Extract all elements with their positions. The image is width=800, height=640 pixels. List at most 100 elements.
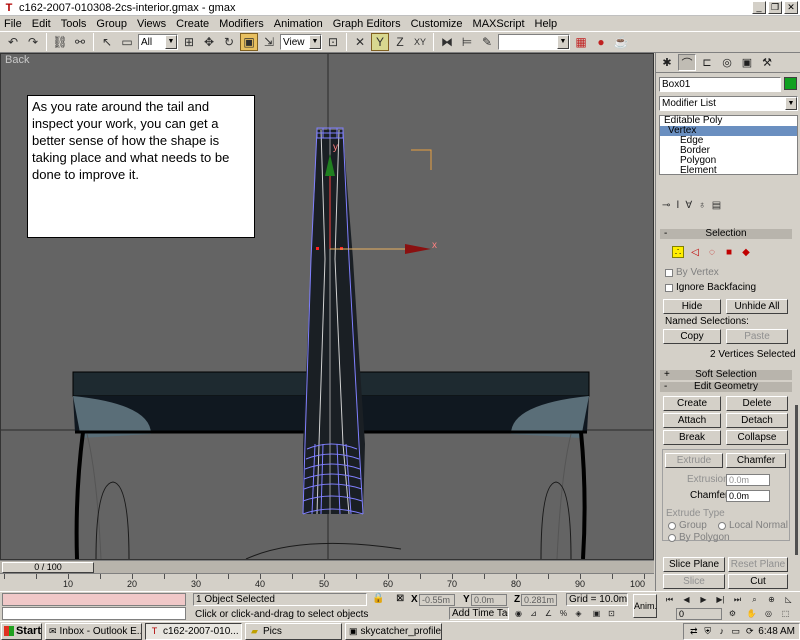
time-slider-thumb[interactable]: 0 / 100 — [2, 562, 94, 573]
soft-selection-rollout-header[interactable]: + Soft Selection — [660, 370, 792, 380]
go-to-end-icon[interactable]: ⏭ — [731, 594, 744, 606]
object-color-swatch[interactable] — [784, 77, 797, 90]
extrusion-spinner[interactable]: 0.0m — [726, 474, 770, 486]
command-panel-scrollbar[interactable] — [795, 405, 798, 555]
select-and-link-icon[interactable]: ⛓ — [51, 33, 69, 51]
menu-graph-editors[interactable]: Graph Editors — [328, 17, 406, 31]
viewport-config-icon[interactable]: ▣ — [590, 608, 603, 620]
taskbar-item-outlook[interactable]: ✉ Inbox - Outlook E... — [45, 622, 142, 640]
copy-button[interactable]: Copy — [663, 329, 721, 344]
current-frame-field[interactable]: 0 — [676, 608, 722, 620]
ignore-backfacing-checkbox[interactable]: Ignore Backfacing — [665, 282, 756, 293]
detach-button[interactable]: Detach — [726, 413, 788, 428]
break-button[interactable]: Break — [663, 430, 721, 445]
redo-icon[interactable]: ↷ — [24, 33, 42, 51]
taskbar-item-gmax[interactable]: T c162-2007-010... — [145, 622, 242, 640]
track-bar[interactable]: 10 20 30 40 50 60 70 80 90 100 — [0, 573, 654, 591]
border-level-icon[interactable]: ◌ — [706, 246, 718, 258]
unlink-icon[interactable]: ⚯ — [71, 33, 89, 51]
undo-icon[interactable]: ↶ — [4, 33, 22, 51]
slice-plane-button[interactable]: Slice Plane — [663, 557, 725, 572]
y-coord-field[interactable]: 0.0m — [471, 594, 507, 606]
tray-security-icon[interactable]: ⛨ — [702, 626, 713, 637]
back-viewport[interactable]: y x Back As you rate around the tail and… — [0, 53, 654, 560]
stack-item-element[interactable]: Element — [660, 166, 797, 176]
tray-update-icon[interactable]: ⟳ — [744, 626, 755, 637]
create-button[interactable]: Create — [663, 396, 721, 411]
select-region-icon[interactable]: ▭ — [118, 33, 136, 51]
restrict-y-icon[interactable]: Y — [371, 33, 389, 51]
paste-button[interactable]: Paste — [726, 329, 788, 344]
selection-filter-dropdown[interactable]: All ▼ — [138, 34, 178, 50]
restrict-x-icon[interactable]: ✕ — [351, 33, 369, 51]
move-icon[interactable]: ✥ — [200, 33, 218, 51]
remove-modifier-icon[interactable]: ♁ — [698, 200, 706, 211]
arc-rotate-icon[interactable]: ◎ — [762, 608, 775, 620]
make-unique-icon[interactable]: ∀ — [685, 200, 692, 211]
group-radio[interactable]: Group — [668, 520, 707, 531]
chamfer-button[interactable]: Chamfer — [726, 453, 786, 468]
tray-network-icon[interactable]: ⇄ — [688, 626, 699, 637]
angle-snap-icon[interactable]: ∠ — [542, 608, 555, 620]
quick-render-icon[interactable]: ☕ — [612, 33, 630, 51]
modify-tab-icon[interactable]: ⌒ — [678, 54, 696, 71]
key-mode-icon[interactable]: ◉ — [512, 608, 525, 620]
menu-views[interactable]: Views — [132, 17, 171, 31]
viewport-label[interactable]: Back — [5, 54, 29, 66]
zoom-icon[interactable]: ⌕ — [748, 594, 761, 606]
tray-display-icon[interactable]: ▭ — [730, 626, 741, 637]
hierarchy-tab-icon[interactable]: ⊏ — [698, 54, 716, 71]
close-button[interactable]: ✕ — [784, 1, 798, 14]
modifier-list-dropdown[interactable]: Modifier List ▼ — [659, 96, 798, 111]
restore-button[interactable]: ❐ — [768, 1, 782, 14]
taskbar-item-skycatcher[interactable]: ▣ skycatcher_profile.... — [345, 622, 442, 640]
menu-maxscript[interactable]: MAXScript — [468, 17, 530, 31]
pivot-center-icon[interactable]: ⊡ — [324, 33, 342, 51]
isolate-icon[interactable]: ⊡ — [605, 608, 618, 620]
polygon-level-icon[interactable]: ■ — [723, 246, 735, 258]
animate-button[interactable]: Anim. — [633, 594, 657, 618]
maximize-viewport-icon[interactable]: ⬚ — [779, 608, 792, 620]
minimize-button[interactable]: _ — [752, 1, 766, 14]
utilities-tab-icon[interactable]: ⚒ — [758, 54, 776, 71]
menu-modifiers[interactable]: Modifiers — [214, 17, 269, 31]
mirror-icon[interactable]: ⧓ — [438, 33, 456, 51]
create-tab-icon[interactable]: ✱ — [658, 54, 676, 71]
menu-customize[interactable]: Customize — [406, 17, 468, 31]
add-time-tag-button[interactable]: Add Time Tag — [449, 607, 509, 620]
attach-button[interactable]: Attach — [663, 413, 721, 428]
by-vertex-checkbox[interactable]: By Vertex — [665, 267, 719, 278]
restrict-xy-icon[interactable]: XY — [411, 33, 429, 51]
selection-rollout-header[interactable]: - Selection — [660, 229, 792, 239]
collapse-button[interactable]: Collapse — [726, 430, 788, 445]
restrict-z-icon[interactable]: Z — [391, 33, 409, 51]
spinner-snap-icon[interactable]: ◈ — [572, 608, 585, 620]
show-end-result-icon[interactable]: Ⅰ — [676, 200, 679, 211]
configure-sets-icon[interactable]: ▤ — [712, 200, 721, 211]
select-object-icon[interactable]: ↖ — [98, 33, 116, 51]
delete-button[interactable]: Delete — [726, 396, 788, 411]
chamfer-spinner[interactable]: 0.0m — [726, 490, 770, 502]
cut-button[interactable]: Cut — [728, 574, 788, 589]
percent-snap-icon[interactable]: % — [557, 608, 570, 620]
element-level-icon[interactable]: ◆ — [740, 246, 752, 258]
previous-frame-icon[interactable]: ◀ — [680, 594, 693, 606]
unhide-all-button[interactable]: Unhide All — [726, 299, 788, 314]
rotate-icon[interactable]: ↻ — [220, 33, 238, 51]
x-coord-field[interactable]: -0.55m — [419, 594, 455, 606]
play-icon[interactable]: ▶ — [697, 594, 710, 606]
object-name-field[interactable]: Box01 — [659, 77, 781, 92]
by-polygon-radio[interactable]: By Polygon — [668, 532, 730, 543]
edge-level-icon[interactable]: ◁ — [689, 246, 701, 258]
select-and-squash-icon[interactable]: ⇲ — [260, 33, 278, 51]
maxscript-listener-input[interactable] — [2, 593, 186, 606]
time-slider[interactable]: 0 / 100 — [0, 560, 654, 573]
named-selection-dropdown[interactable]: ▼ — [498, 34, 570, 50]
taskbar-item-pics[interactable]: ▰ Pics — [245, 622, 342, 640]
menu-edit[interactable]: Edit — [27, 17, 56, 31]
pin-stack-icon[interactable]: ⊸ — [662, 200, 670, 211]
align-icon[interactable]: ⊨ — [458, 33, 476, 51]
material-editor-icon[interactable]: ▦ — [572, 33, 590, 51]
slice-button[interactable]: Slice — [663, 574, 725, 589]
menu-help[interactable]: Help — [530, 17, 563, 31]
